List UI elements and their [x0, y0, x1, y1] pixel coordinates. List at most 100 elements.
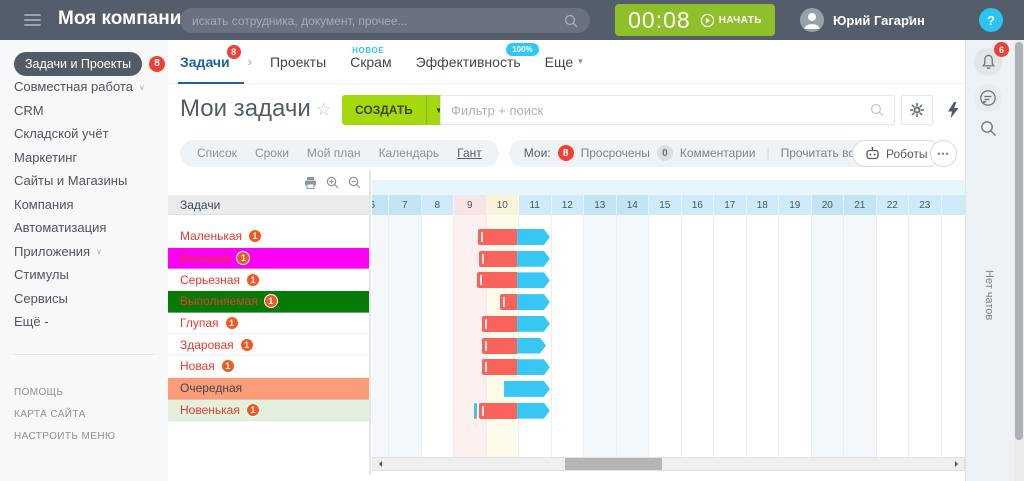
- day-cell[interactable]: 22: [877, 195, 910, 215]
- gantt-horizontal-scrollbar[interactable]: [372, 457, 965, 471]
- gantt-chart: 567891011121314151617181920212223: [372, 170, 965, 481]
- sidebar-footer-item[interactable]: ПОМОЩЬ: [0, 381, 168, 403]
- zoom-in-icon[interactable]: [326, 176, 339, 189]
- tab-Задачи[interactable]: Задачи8: [180, 40, 230, 84]
- sidebar-item[interactable]: Складской учёт: [0, 123, 168, 147]
- gantt-widget: Задачи Маленькая1Большая1Серьезная1Выпол…: [168, 170, 965, 481]
- day-cell[interactable]: 11: [519, 195, 552, 215]
- my-counter-badge[interactable]: 8: [558, 145, 574, 161]
- gantt-bar[interactable]: [372, 338, 965, 354]
- tab-Скрам[interactable]: СкрамНОВОЕ: [350, 40, 391, 84]
- day-cell[interactable]: 15: [649, 195, 682, 215]
- day-cell[interactable]: 8: [422, 195, 455, 215]
- view-tab-Мой план[interactable]: Мой план: [298, 146, 370, 160]
- sidebar-item[interactable]: CRM: [0, 99, 168, 123]
- sidebar-item[interactable]: Задачи и Проекты8: [0, 52, 168, 76]
- view-tab-Календарь[interactable]: Календарь: [370, 146, 449, 160]
- page-scrollbar-thumb[interactable]: [1015, 42, 1023, 440]
- filter-input[interactable]: [451, 103, 870, 118]
- robots-button[interactable]: Роботы: [852, 140, 941, 167]
- chevron-right-icon[interactable]: ›: [248, 54, 252, 69]
- day-cell[interactable]: 18: [747, 195, 780, 215]
- gantt-scrollbar-thumb[interactable]: [565, 458, 662, 470]
- overdue-label[interactable]: Просрочены: [574, 146, 657, 160]
- comments-label[interactable]: Комментарии: [673, 146, 763, 160]
- print-icon[interactable]: [304, 177, 317, 189]
- my-counter-label[interactable]: Мои:: [517, 146, 558, 160]
- task-row[interactable]: Маленькая1: [168, 226, 369, 248]
- menu-icon[interactable]: [24, 14, 41, 26]
- sidebar-footer-item[interactable]: КАРТА САЙТА: [0, 403, 168, 425]
- gantt-tools: [304, 176, 361, 189]
- avatar[interactable]: [800, 8, 824, 32]
- favorite-star-icon[interactable]: ☆: [316, 100, 331, 120]
- task-row[interactable]: Серьезная1: [168, 269, 369, 291]
- scroll-right-icon[interactable]: [955, 461, 961, 467]
- timer-start[interactable]: НАЧАТЬ: [700, 13, 762, 28]
- bar-start-notch: [480, 275, 482, 285]
- tab-Проекты[interactable]: Проекты: [270, 40, 326, 84]
- sidebar-item[interactable]: Автоматизация: [0, 217, 168, 241]
- day-cell[interactable]: 16: [682, 195, 715, 215]
- help-button[interactable]: ?: [979, 8, 1003, 32]
- task-row[interactable]: Здаровая1: [168, 334, 369, 356]
- gantt-bar[interactable]: [372, 359, 965, 375]
- task-row[interactable]: Глупая1: [168, 313, 369, 335]
- search-icon[interactable]: [564, 14, 578, 28]
- sidebar-item[interactable]: Сервисы: [0, 287, 168, 311]
- sidebar-item[interactable]: Ещё -: [0, 311, 168, 335]
- gantt-bar[interactable]: [372, 272, 965, 288]
- task-row[interactable]: Новенькая1: [168, 400, 369, 422]
- task-row[interactable]: Новая1: [168, 356, 369, 378]
- sidebar-item[interactable]: Компания: [0, 193, 168, 217]
- day-cell[interactable]: 6: [372, 195, 389, 215]
- task-row[interactable]: Выполняемая1: [168, 291, 369, 313]
- day-cell[interactable]: 17: [714, 195, 747, 215]
- tab-Эффективность[interactable]: Эффективность100%: [416, 40, 521, 84]
- chat-button[interactable]: [974, 84, 1002, 112]
- gantt-bar[interactable]: [372, 316, 965, 332]
- day-cell[interactable]: 10: [487, 195, 520, 215]
- view-tab-Гант[interactable]: Гант: [448, 146, 491, 160]
- comments-counter-badge[interactable]: 0: [657, 145, 673, 161]
- user-menu-caret-icon[interactable]: ▾: [908, 13, 913, 24]
- more-button[interactable]: •••: [930, 140, 957, 167]
- day-cell[interactable]: 20: [812, 195, 845, 215]
- sidebar-item[interactable]: Маркетинг: [0, 146, 168, 170]
- sidebar-item[interactable]: Приложения∨: [0, 240, 168, 264]
- view-tab-Сроки[interactable]: Сроки: [246, 146, 298, 160]
- task-row[interactable]: Очередная: [168, 378, 369, 400]
- gantt-bar[interactable]: [372, 229, 965, 245]
- gantt-bar-lead: [474, 403, 478, 419]
- scroll-left-icon[interactable]: [376, 461, 382, 467]
- gantt-bar[interactable]: [372, 251, 965, 267]
- settings-button[interactable]: [901, 95, 933, 125]
- task-row[interactable]: Большая1: [168, 248, 369, 270]
- create-button[interactable]: СОЗДАТЬ ▼: [342, 95, 451, 125]
- day-cell[interactable]: 23: [909, 195, 942, 215]
- gantt-bar[interactable]: [372, 294, 965, 310]
- zoom-out-icon[interactable]: [348, 176, 361, 189]
- create-button-label[interactable]: СОЗДАТЬ: [342, 95, 426, 125]
- gantt-bar[interactable]: [372, 381, 965, 397]
- page-scrollbar[interactable]: [1014, 0, 1024, 481]
- sidebar-footer-item[interactable]: НАСТРОИТЬ МЕНЮ: [0, 425, 168, 447]
- sidebar-item[interactable]: Стимулы: [0, 264, 168, 288]
- day-cell[interactable]: 14: [617, 195, 650, 215]
- timer-button[interactable]: 00:08 НАЧАТЬ: [615, 4, 775, 36]
- sidebar-item[interactable]: Совместная работа∨: [0, 76, 168, 100]
- gantt-bar[interactable]: [372, 403, 965, 419]
- global-search-input[interactable]: [192, 14, 564, 28]
- day-cell[interactable]: 21: [844, 195, 877, 215]
- sidebar-item[interactable]: Сайты и Магазины: [0, 170, 168, 194]
- tab-Еще[interactable]: Еще▾: [545, 40, 583, 84]
- rail-search-button[interactable]: [980, 120, 997, 142]
- day-cell[interactable]: 9: [454, 195, 487, 215]
- filter-search-icon[interactable]: [870, 103, 884, 117]
- day-cell[interactable]: 19: [779, 195, 812, 215]
- day-cell[interactable]: 13: [584, 195, 617, 215]
- gantt-bar-overdue: [482, 316, 517, 332]
- view-tab-Список[interactable]: Список: [188, 146, 246, 160]
- day-cell[interactable]: 7: [389, 195, 422, 215]
- day-cell[interactable]: 12: [552, 195, 585, 215]
